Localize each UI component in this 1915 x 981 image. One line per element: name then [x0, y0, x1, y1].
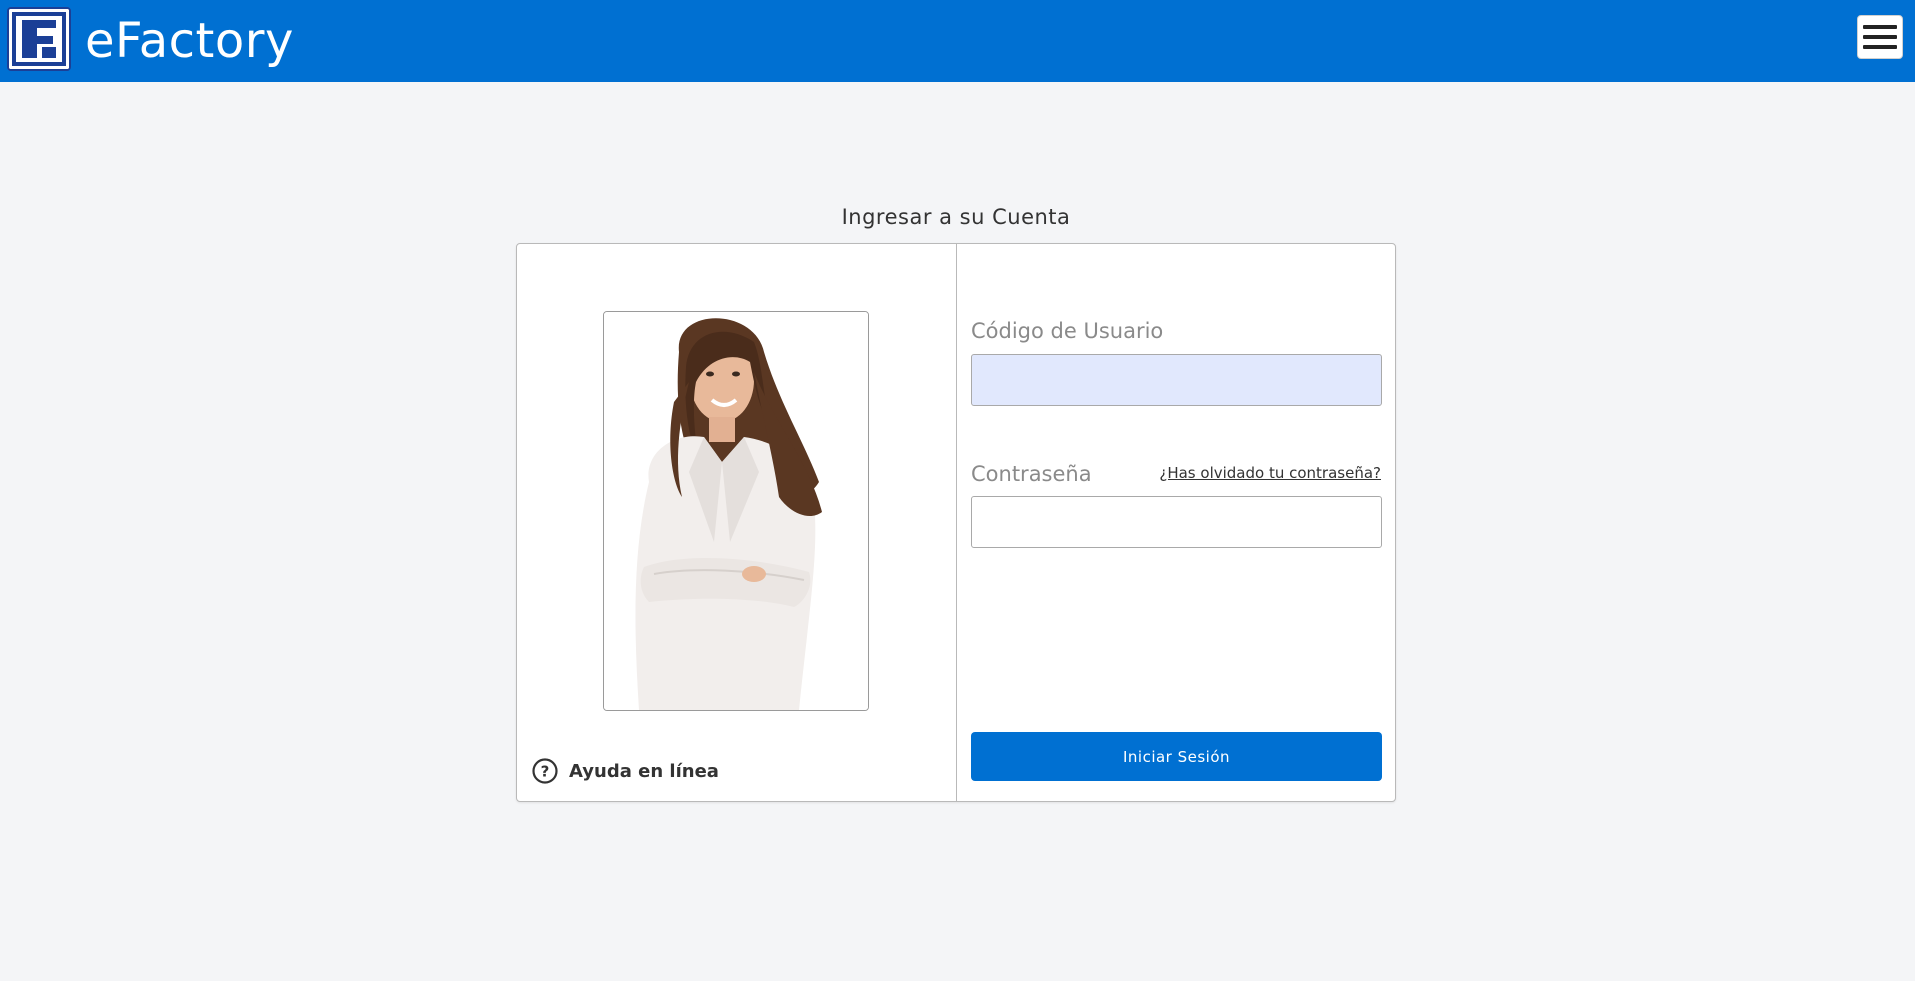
online-help-label: Ayuda en línea [569, 760, 719, 782]
online-help-link[interactable]: ? Ayuda en línea [532, 756, 719, 786]
user-photo [603, 311, 869, 711]
username-input[interactable] [971, 354, 1382, 406]
forgot-password-link[interactable]: ¿Has olvidado tu contraseña? [1159, 464, 1381, 482]
password-input[interactable] [971, 496, 1382, 548]
username-label: Código de Usuario [971, 319, 1164, 343]
password-label: Contraseña [971, 462, 1092, 486]
card-divider [956, 244, 957, 801]
top-bar: eFactory [0, 0, 1915, 82]
hamburger-menu-icon[interactable] [1857, 15, 1903, 59]
efactory-logo-icon[interactable] [7, 7, 71, 71]
login-heading: Ingresar a su Cuenta [841, 205, 1071, 229]
login-button[interactable]: Iniciar Sesión [971, 732, 1382, 781]
svg-text:?: ? [541, 763, 550, 781]
login-card: ? Ayuda en línea Código de Usuario Contr… [516, 243, 1396, 802]
question-circle-icon: ? [532, 758, 558, 784]
app-title: eFactory [85, 13, 294, 69]
